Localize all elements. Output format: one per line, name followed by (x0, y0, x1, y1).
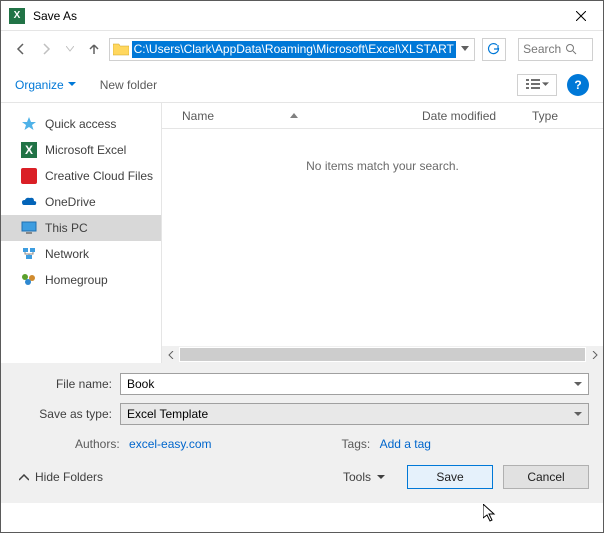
excel-app-icon: X (9, 8, 25, 24)
forward-button[interactable] (35, 38, 55, 60)
chevron-up-icon (19, 474, 29, 481)
sidebar-item-network[interactable]: Network (1, 241, 161, 267)
refresh-button[interactable] (482, 38, 506, 61)
sidebar-item-creative-cloud[interactable]: Creative Cloud Files (1, 163, 161, 189)
search-icon (565, 43, 577, 55)
close-button[interactable] (558, 1, 603, 31)
filename-label: File name: (15, 377, 120, 391)
onedrive-icon (21, 194, 37, 210)
organize-menu[interactable]: Organize (15, 78, 76, 92)
column-header-name[interactable]: Name (162, 109, 412, 123)
column-header-date[interactable]: Date modified (412, 109, 522, 123)
search-placeholder: Search (523, 42, 561, 56)
creative-cloud-icon (21, 168, 37, 184)
tools-menu[interactable]: Tools (343, 470, 385, 484)
network-icon (21, 246, 37, 262)
sidebar-item-label: Quick access (45, 117, 116, 131)
scroll-right-button[interactable] (586, 346, 603, 363)
chevron-down-icon (68, 82, 76, 87)
cursor-icon (483, 504, 499, 524)
star-icon (21, 116, 37, 132)
chevron-down-icon[interactable] (574, 412, 582, 417)
title-bar: X Save As (1, 1, 603, 31)
tags-label: Tags: (342, 437, 371, 451)
sidebar-item-this-pc[interactable]: This PC (1, 215, 161, 241)
search-input[interactable]: Search (518, 38, 593, 61)
empty-list-message: No items match your search. (162, 129, 603, 346)
bottom-panel: File name: Book Save as type: Excel Temp… (1, 363, 603, 503)
address-bar[interactable]: C:\Users\Clark\AppData\Roaming\Microsoft… (109, 38, 475, 61)
address-dropdown-button[interactable] (456, 46, 474, 52)
nav-bar: C:\Users\Clark\AppData\Roaming\Microsoft… (1, 31, 603, 67)
authors-value[interactable]: excel-easy.com (129, 437, 211, 451)
scroll-left-button[interactable] (162, 346, 179, 363)
sort-asc-icon (290, 113, 298, 118)
sidebar-item-homegroup[interactable]: Homegroup (1, 267, 161, 293)
sidebar-item-label: Microsoft Excel (45, 143, 126, 157)
tags-field[interactable]: Tags: Add a tag (342, 437, 431, 451)
main-area: Quick access X Microsoft Excel Creative … (1, 103, 603, 363)
sidebar-item-onedrive[interactable]: OneDrive (1, 189, 161, 215)
sidebar-item-label: Network (45, 247, 89, 261)
column-header-type[interactable]: Type (522, 109, 568, 123)
filename-input[interactable]: Book (120, 373, 589, 395)
recent-locations-button[interactable] (60, 38, 80, 60)
sidebar-item-label: Creative Cloud Files (45, 169, 153, 183)
savetype-dropdown[interactable]: Excel Template (120, 403, 589, 425)
sidebar-item-quick-access[interactable]: Quick access (1, 111, 161, 137)
up-button[interactable] (84, 38, 104, 60)
sidebar-item-label: OneDrive (45, 195, 96, 209)
sidebar-item-excel[interactable]: X Microsoft Excel (1, 137, 161, 163)
view-options-button[interactable] (517, 74, 557, 96)
homegroup-icon (21, 272, 37, 288)
pc-icon (21, 220, 37, 236)
chevron-down-icon (377, 475, 385, 480)
scrollbar-thumb[interactable] (179, 347, 586, 362)
organize-label: Organize (15, 78, 64, 92)
address-text[interactable]: C:\Users\Clark\AppData\Roaming\Microsoft… (132, 41, 456, 58)
file-list-pane: Name Date modified Type No items match y… (161, 103, 603, 363)
back-button[interactable] (11, 38, 31, 60)
authors-field[interactable]: Authors: excel-easy.com (75, 437, 212, 451)
file-list-header: Name Date modified Type (162, 103, 603, 129)
window-title: Save As (33, 9, 77, 23)
horizontal-scrollbar[interactable] (162, 346, 603, 363)
hide-folders-button[interactable]: Hide Folders (15, 470, 103, 484)
authors-label: Authors: (75, 437, 120, 451)
excel-icon: X (21, 142, 37, 158)
folder-icon (110, 40, 132, 58)
new-folder-button[interactable]: New folder (100, 78, 157, 92)
help-button[interactable]: ? (567, 74, 589, 96)
navigation-pane: Quick access X Microsoft Excel Creative … (1, 103, 161, 363)
cancel-button[interactable]: Cancel (503, 465, 589, 489)
savetype-label: Save as type: (15, 407, 120, 421)
toolbar: Organize New folder ? (1, 67, 603, 103)
save-button[interactable]: Save (407, 465, 493, 489)
tags-value[interactable]: Add a tag (380, 437, 431, 451)
sidebar-item-label: This PC (45, 221, 88, 235)
chevron-down-icon (542, 82, 549, 87)
close-icon (576, 11, 586, 21)
list-view-icon (526, 79, 540, 91)
chevron-down-icon[interactable] (574, 382, 582, 387)
sidebar-item-label: Homegroup (45, 273, 108, 287)
svg-text:X: X (25, 143, 33, 157)
